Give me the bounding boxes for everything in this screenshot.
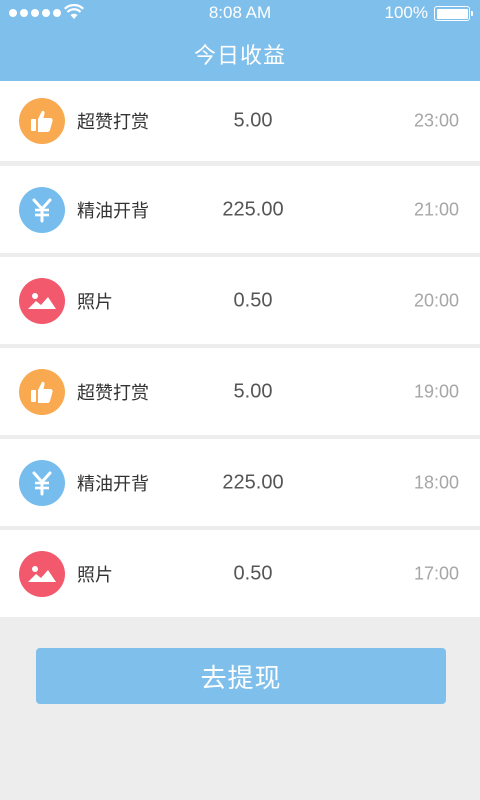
battery-percentage: 100%	[384, 3, 428, 22]
item-time: 17:00	[413, 563, 459, 583]
item-label: 超赞打赏	[77, 382, 149, 404]
thumbs-up-icon	[19, 368, 65, 415]
list-item[interactable]: 照片 0.50 17:00	[0, 530, 480, 617]
app-header: 8:08 AM 100% 今日收益	[0, 0, 480, 81]
item-time: 21:00	[413, 199, 459, 219]
item-label: 照片	[77, 291, 113, 313]
item-label: 精油开背	[77, 473, 149, 495]
earnings-list: 超赞打赏 5.00 23:00 精油开背 225.00 21:00 照片 0.5…	[0, 81, 480, 617]
page-title: 今日收益	[193, 44, 286, 69]
item-label: 精油开背	[77, 200, 149, 222]
thumbs-up-icon	[19, 98, 65, 144]
item-time: 20:00	[413, 290, 459, 310]
yuan-icon	[19, 186, 65, 233]
item-time: 19:00	[413, 381, 459, 401]
list-item[interactable]: 精油开背 225.00 21:00	[0, 166, 480, 253]
photo-icon	[19, 277, 65, 324]
yuan-icon	[19, 459, 65, 506]
item-label: 照片	[77, 564, 113, 586]
item-amount: 225.00	[222, 471, 284, 493]
list-item[interactable]: 超赞打赏 5.00 23:00	[0, 81, 480, 161]
withdraw-button[interactable]: 去提现	[36, 648, 446, 704]
item-amount: 0.50	[233, 562, 273, 584]
photo-icon	[19, 550, 65, 597]
item-time: 23:00	[413, 110, 459, 131]
item-amount: 5.00	[233, 380, 273, 402]
item-label: 超赞打赏	[77, 112, 149, 133]
item-time: 18:00	[413, 472, 459, 492]
list-item[interactable]: 照片 0.50 20:00	[0, 257, 480, 344]
item-amount: 0.50	[233, 289, 273, 311]
battery-icon	[434, 6, 473, 21]
item-amount: 5.00	[233, 109, 273, 132]
item-amount: 225.00	[222, 198, 284, 220]
list-item[interactable]: 精油开背 225.00 18:00	[0, 439, 480, 526]
list-item[interactable]: 超赞打赏 5.00 19:00	[0, 348, 480, 435]
status-bar: 8:08 AM 100%	[0, 0, 480, 26]
